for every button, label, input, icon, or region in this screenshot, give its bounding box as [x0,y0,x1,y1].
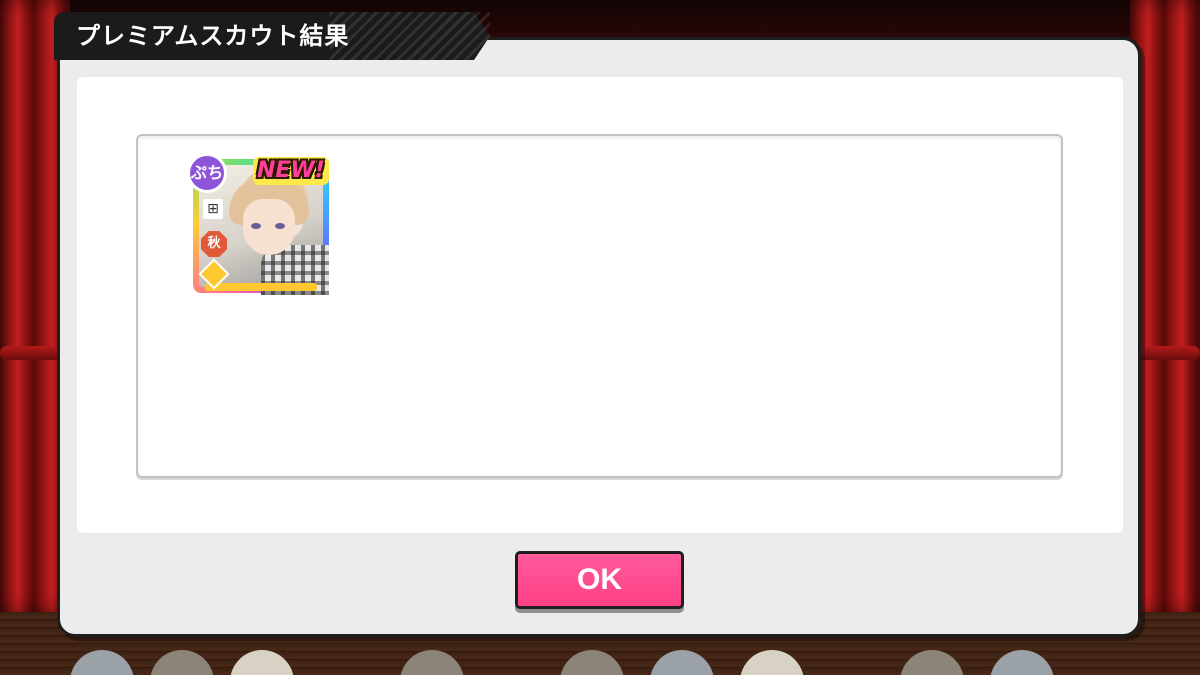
audience-head [150,650,214,675]
result-card[interactable]: ぷち NEW! ⊞ 秋 [187,153,333,295]
new-badge: NEW! [253,157,329,185]
audience-silhouettes [0,650,1200,675]
character-eye [275,223,285,229]
audience-head [650,650,714,675]
card-rarity-bar [205,283,317,291]
puchi-rarity-badge: ぷち [187,153,227,193]
audience-head [560,650,624,675]
audience-head [900,650,964,675]
audience-head [990,650,1054,675]
character-eye [251,223,261,229]
title-tab-stripes [330,12,490,60]
game-screen: プレミアムスカウト結果 ぷち NEW! ⊞ 秋 OK [0,0,1200,675]
audience-head [740,650,804,675]
dialog-title: プレミアムスカウト結果 [76,22,350,50]
card-type-icon: ⊞ [203,199,223,219]
audience-head [70,650,134,675]
audience-head [230,650,294,675]
ok-button[interactable]: OK [515,551,684,609]
audience-head [400,650,464,675]
